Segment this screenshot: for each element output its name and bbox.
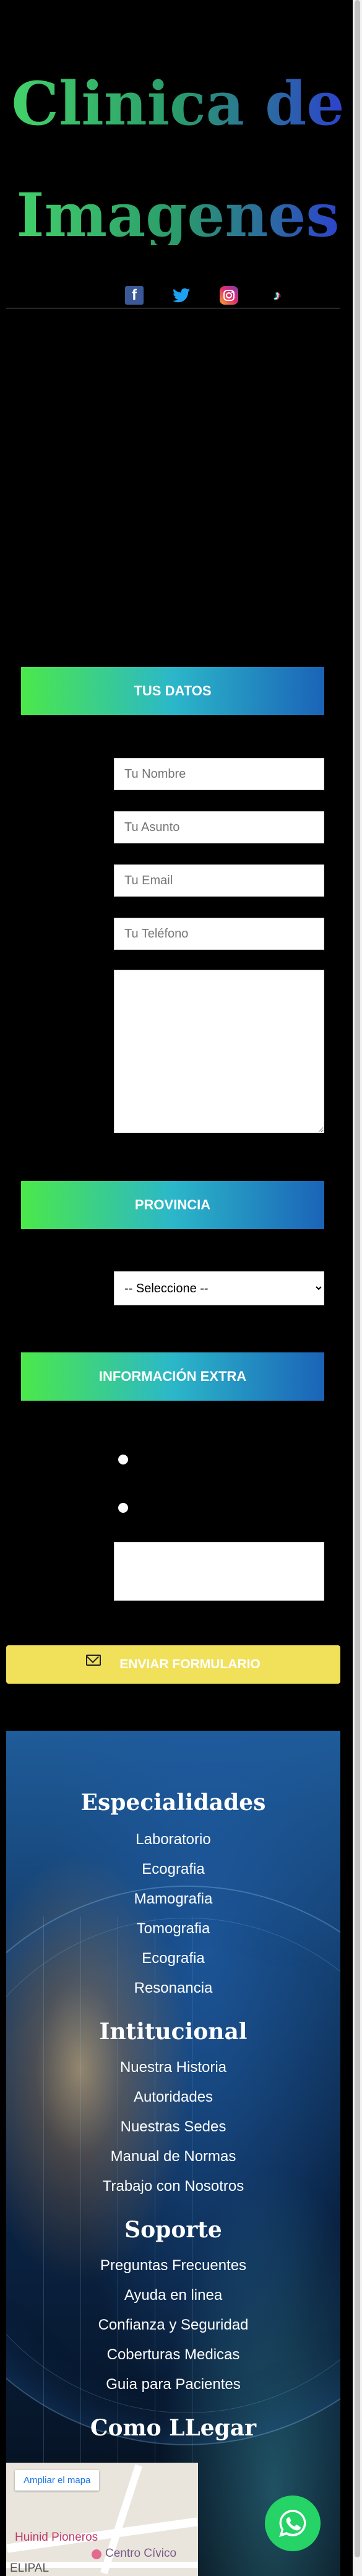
submit-button[interactable]: ENVIAR FORMULARIO <box>6 1645 340 1684</box>
footer-link-tomografia[interactable]: Tomografia <box>6 1920 340 1938</box>
whatsapp-icon <box>279 2510 306 2537</box>
radio-option-2[interactable] <box>118 1503 128 1513</box>
scrollbar[interactable] <box>353 0 362 2576</box>
footer-link-laboratorio[interactable]: Laboratorio <box>6 1831 340 1848</box>
footer-link-historia[interactable]: Nuestra Historia <box>6 2059 340 2076</box>
phone-field[interactable] <box>114 918 324 950</box>
map-place-label: Huinid Pioneros <box>15 2531 98 2544</box>
enlarge-map-button[interactable]: Ampliar el mapa <box>15 2470 100 2491</box>
provincia-select[interactable]: -- Seleccione -- <box>114 1271 324 1305</box>
section-tus-datos: TUS DATOS <box>21 667 324 715</box>
footer-link-mamografia[interactable]: Mamografia <box>6 1891 340 1908</box>
footer-link-ayuda[interactable]: Ayuda en linea <box>6 2287 340 2304</box>
map-pin-icon <box>92 2549 101 2559</box>
message-textarea[interactable] <box>114 970 324 1133</box>
footer-link-guia[interactable]: Guia para Pacientes <box>6 2376 340 2393</box>
footer-heading-institucional: Intitucional <box>99 2019 248 2045</box>
footer-link-ecografia-2[interactable]: Ecografia <box>6 1950 340 1967</box>
footer-heading-soporte: Soporte <box>124 2217 222 2243</box>
submit-button-label: ENVIAR FORMULARIO <box>119 1657 261 1671</box>
email-field[interactable] <box>114 864 324 897</box>
extra-info-field[interactable] <box>114 1542 324 1601</box>
map-place-label: ELIPAL <box>10 2562 50 2575</box>
section-informacion-extra: INFORMACIÓN EXTRA <box>21 1352 324 1401</box>
envelope-icon <box>86 1655 101 1666</box>
footer-link-autoridades[interactable]: Autoridades <box>6 2089 340 2106</box>
map-place-label: Centro Cívico <box>105 2547 177 2560</box>
page: Clinica de Imagenes f ♪ TUS DATOS PROVIN… <box>0 0 353 2576</box>
footer: Especialidades Laboratorio Ecografia Mam… <box>6 1731 340 2576</box>
site-title-line1: Clinica de <box>6 74 350 134</box>
site-title-line2: Imagenes <box>6 186 350 245</box>
footer-link-preguntas[interactable]: Preguntas Frecuentes <box>6 2257 340 2274</box>
footer-link-sedes[interactable]: Nuestras Sedes <box>6 2118 340 2136</box>
footer-link-coberturas[interactable]: Coberturas Medicas <box>6 2346 340 2364</box>
tiktok-icon[interactable]: ♪ <box>268 286 287 305</box>
scrollbar-thumb[interactable] <box>355 0 360 2557</box>
footer-link-trabajo[interactable]: Trabajo con Nosotros <box>6 2178 340 2195</box>
section-provincia: PROVINCIA <box>21 1181 324 1229</box>
location-map[interactable]: Ampliar el mapa Huinid Pioneros Centro C… <box>6 2463 198 2576</box>
footer-link-confianza[interactable]: Confianza y Seguridad <box>6 2317 340 2334</box>
footer-link-normas[interactable]: Manual de Normas <box>6 2148 340 2165</box>
twitter-icon[interactable] <box>172 286 191 305</box>
name-field[interactable] <box>114 758 324 790</box>
facebook-icon[interactable]: f <box>125 286 144 305</box>
radio-option-1[interactable] <box>118 1455 128 1464</box>
footer-heading-como-llegar: Como LLegar <box>90 2415 257 2441</box>
instagram-icon[interactable] <box>220 286 238 305</box>
footer-link-resonancia[interactable]: Resonancia <box>6 1980 340 1997</box>
social-links: f ♪ <box>6 286 350 307</box>
footer-link-ecografia[interactable]: Ecografia <box>6 1861 340 1878</box>
subject-field[interactable] <box>114 811 324 843</box>
whatsapp-button[interactable] <box>265 2496 321 2551</box>
footer-heading-especialidades: Especialidades <box>80 1790 266 1816</box>
